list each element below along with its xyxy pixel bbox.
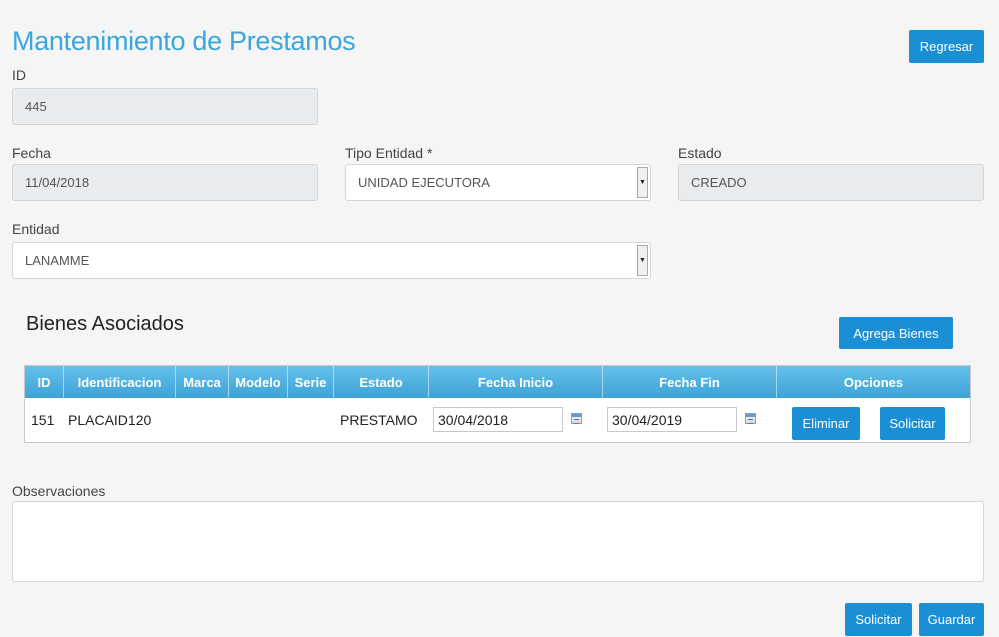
estado-label: Estado xyxy=(678,145,722,161)
guardar-button[interactable]: Guardar xyxy=(919,603,984,636)
table-header: ID Identificacion Marca Modelo Serie Est… xyxy=(25,366,970,398)
entidad-label: Entidad xyxy=(12,221,60,237)
col-opciones: Opciones xyxy=(843,374,904,390)
observaciones-label: Observaciones xyxy=(12,483,106,499)
eliminar-button[interactable]: Eliminar xyxy=(792,407,860,440)
bienes-title: Bienes Asociados xyxy=(26,313,184,335)
calendar-icon[interactable] xyxy=(745,413,756,424)
tipo-entidad-select[interactable]: UNIDAD EJECUTORA ▼ xyxy=(345,164,651,201)
page-title: Mantenimiento de Prestamos xyxy=(12,26,356,56)
entidad-select[interactable]: LANAMME ▼ xyxy=(12,242,651,279)
col-identificacion[interactable]: Identificacion xyxy=(64,366,176,398)
back-button[interactable]: Regresar xyxy=(909,30,984,63)
estado-field: CREADO xyxy=(678,164,984,201)
fecha-inicio-input[interactable]: 30/04/2018 xyxy=(433,407,563,432)
id-field: 445 xyxy=(12,88,318,125)
tipo-entidad-label: Tipo Entidad * xyxy=(345,145,433,161)
row-solicitar-button[interactable]: Solicitar xyxy=(880,407,945,440)
fecha-fin-input[interactable]: 30/04/2019 xyxy=(607,407,737,432)
entidad-value: LANAMME xyxy=(25,253,90,268)
col-estado[interactable]: Estado xyxy=(334,366,429,398)
fecha-field: 11/04/2018 xyxy=(12,164,318,201)
id-label: ID xyxy=(12,67,26,83)
col-fecha-fin[interactable]: Fecha Fin xyxy=(603,366,777,398)
col-fecha-inicio[interactable]: Fecha Inicio xyxy=(429,366,603,398)
row-estado: PRESTAMO xyxy=(340,412,418,428)
chevron-down-icon[interactable]: ▼ xyxy=(637,167,648,198)
fecha-label: Fecha xyxy=(12,145,51,161)
chevron-down-icon[interactable]: ▼ xyxy=(637,245,648,276)
calendar-icon[interactable] xyxy=(571,413,582,424)
solicitar-button[interactable]: Solicitar xyxy=(845,603,912,636)
add-bienes-button[interactable]: Agrega Bienes xyxy=(839,317,953,349)
row-id: 151 xyxy=(31,412,55,428)
col-modelo[interactable]: Modelo xyxy=(229,366,288,398)
tipo-entidad-value: UNIDAD EJECUTORA xyxy=(358,175,490,190)
col-marca[interactable]: Marca xyxy=(176,366,229,398)
observaciones-textarea[interactable] xyxy=(12,501,984,582)
row-identificacion: PLACAID120 xyxy=(68,412,152,428)
bienes-table: ID Identificacion Marca Modelo Serie Est… xyxy=(24,365,971,443)
col-id[interactable]: ID xyxy=(25,366,64,398)
col-serie[interactable]: Serie xyxy=(288,366,334,398)
